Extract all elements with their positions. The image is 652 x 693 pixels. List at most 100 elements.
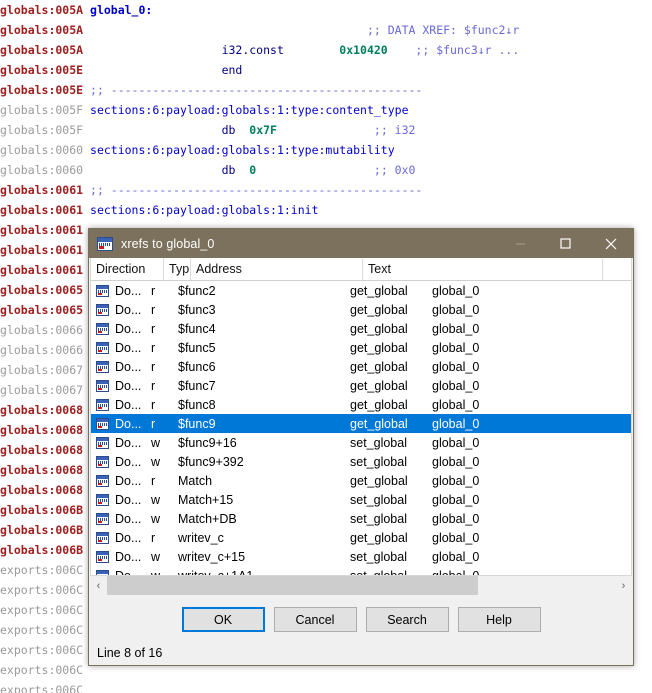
xref-row-icon [96, 436, 109, 449]
cell-direction: Do... [115, 492, 142, 507]
disasm-line[interactable]: globals:005A ;; DATA XREF: $func2↓r [0, 20, 652, 40]
cell-direction: Do... [115, 302, 142, 317]
table-row[interactable]: Do... w $func9+16 set_global global_0 [91, 433, 631, 452]
disasm-mnemonic: i32.const [90, 43, 340, 57]
disasm-line[interactable]: globals:005A i32.const 0x10420 ;; $func3… [0, 40, 652, 60]
disasm-address: globals:005A [0, 23, 91, 37]
disasm-line[interactable]: globals:0061 sections:6:payload:globals:… [0, 200, 652, 220]
cell-target: global_0 [432, 492, 480, 507]
table-row[interactable]: Do... r $func2 get_global global_0 [91, 281, 631, 300]
cell-target: global_0 [432, 359, 480, 374]
disasm-address: globals:0068 [0, 443, 91, 457]
cell-target: global_0 [432, 397, 480, 412]
disasm-address: exports:006C [0, 583, 91, 597]
disasm-text: sections:6:payload:globals:1:init [90, 203, 319, 217]
cell-direction: Do... [115, 378, 142, 393]
cell-address: $func4 [178, 321, 216, 336]
xrefs-rows[interactable]: Do... r $func2 get_global global_0 Do... r $fun… [91, 281, 631, 575]
cancel-button[interactable]: Cancel [273, 607, 357, 632]
disasm-line[interactable]: exports:006C [0, 680, 652, 693]
help-button[interactable]: Help [457, 607, 541, 632]
column-header-direction[interactable]: Direction [91, 258, 164, 280]
cell-text: get_global [350, 416, 408, 431]
cell-direction: Do... [115, 435, 142, 450]
disasm-line[interactable]: globals:005F db 0x7F ;; i32 [0, 120, 652, 140]
disasm-line[interactable]: globals:005A global_0: [0, 0, 652, 20]
close-button[interactable] [588, 229, 633, 258]
disasm-line[interactable]: globals:005E end [0, 60, 652, 80]
disasm-line[interactable]: globals:0061 ;; ------------------------… [0, 180, 652, 200]
scrollbar-track[interactable] [107, 576, 615, 595]
table-row[interactable]: Do... r $func5 get_global global_0 [91, 338, 631, 357]
disasm-operand: 0x7F [249, 123, 277, 137]
cell-address: Match+DB [178, 511, 237, 526]
cell-text: get_global [350, 340, 408, 355]
search-button[interactable]: Search [365, 607, 449, 632]
disasm-text: ;; $func3↓r ... [387, 43, 520, 57]
column-header-row[interactable]: Direction Typ Address Text [91, 258, 631, 281]
xref-row-icon [96, 398, 109, 411]
cell-type: r [151, 359, 156, 374]
scroll-right-arrow[interactable]: › [615, 576, 632, 595]
table-row[interactable]: Do... w $func9+392 set_global global_0 [91, 452, 631, 471]
xref-row-icon [96, 531, 109, 544]
cell-direction: Do... [115, 321, 142, 336]
cell-direction: Do... [115, 340, 142, 355]
disasm-address: exports:006C [0, 623, 91, 637]
cell-address: Match+15 [178, 492, 234, 507]
disasm-address: globals:0067 [0, 383, 91, 397]
cell-type: r [151, 530, 156, 545]
table-row[interactable]: Do... w Match+15 set_global global_0 [91, 490, 631, 509]
table-row[interactable]: Do... r $func6 get_global global_0 [91, 357, 631, 376]
column-header-address[interactable]: Address [191, 258, 363, 280]
cell-type: r [151, 416, 156, 431]
xref-window-icon [97, 236, 113, 251]
cell-address: $func2 [178, 283, 216, 298]
disasm-line[interactable]: globals:0060 db 0 ;; 0x0 [0, 160, 652, 180]
disasm-line[interactable]: globals:005E ;; ------------------------… [0, 80, 652, 100]
disasm-address: globals:005A [0, 43, 91, 57]
cell-text: get_global [350, 321, 408, 336]
table-row[interactable]: Do... r $func8 get_global global_0 [91, 395, 631, 414]
table-row[interactable]: Do... r $func7 get_global global_0 [91, 376, 631, 395]
table-row[interactable]: Do... r $func3 get_global global_0 [91, 300, 631, 319]
cell-address: $func9+392 [178, 454, 244, 469]
table-row[interactable]: Do... r $func4 get_global global_0 [91, 319, 631, 338]
ok-button[interactable]: OK [181, 607, 265, 632]
disasm-line[interactable]: globals:005F sections:6:payload:globals:… [0, 100, 652, 120]
xref-row-icon [96, 493, 109, 506]
xref-row-icon [96, 474, 109, 487]
xrefs-list[interactable]: Direction Typ Address Text Do... r $func2 get_… [90, 258, 632, 575]
cell-direction: Do... [115, 549, 142, 564]
table-row[interactable]: Do... r $func9 get_global global_0 [91, 414, 631, 433]
maximize-button[interactable] [543, 229, 588, 258]
xref-row-icon [96, 284, 109, 297]
dialog-title: xrefs to global_0 [121, 236, 215, 251]
cell-text: get_global [350, 530, 408, 545]
cell-target: global_0 [432, 530, 480, 545]
xref-row-icon [96, 417, 109, 430]
column-header-type[interactable]: Typ [164, 258, 191, 280]
cell-direction: Do... [115, 511, 142, 526]
xrefs-dialog[interactable]: xrefs to global_0 Direction Typ Address Tex… [88, 228, 634, 666]
minimize-button[interactable] [498, 229, 543, 258]
disasm-line[interactable]: globals:0060 sections:6:payload:globals:… [0, 140, 652, 160]
table-row[interactable]: Do... r writev_c get_global global_0 [91, 528, 631, 547]
dialog-title-bar[interactable]: xrefs to global_0 [89, 229, 633, 258]
horizontal-scrollbar[interactable]: ‹ › [90, 575, 632, 595]
cell-direction: Do... [115, 454, 142, 469]
disasm-address: globals:0061 [0, 243, 91, 257]
table-row[interactable]: Do... w writev_c+15 set_global global_0 [91, 547, 631, 566]
xref-row-icon [96, 341, 109, 354]
table-row[interactable]: Do...wwritev_c+1A1set_globalglobal_0 [91, 566, 631, 575]
column-header-text[interactable]: Text [363, 258, 603, 280]
disasm-address: globals:0065 [0, 283, 91, 297]
cell-address: writev_c+1A1 [178, 569, 350, 576]
cell-direction: Do... [115, 416, 142, 431]
scroll-left-arrow[interactable]: ‹ [90, 576, 107, 595]
table-row[interactable]: Do... w Match+DB set_global global_0 [91, 509, 631, 528]
xref-row-icon [96, 512, 109, 525]
scrollbar-thumb[interactable] [107, 576, 478, 595]
xref-row-icon [96, 360, 109, 373]
table-row[interactable]: Do... r Match get_global global_0 [91, 471, 631, 490]
